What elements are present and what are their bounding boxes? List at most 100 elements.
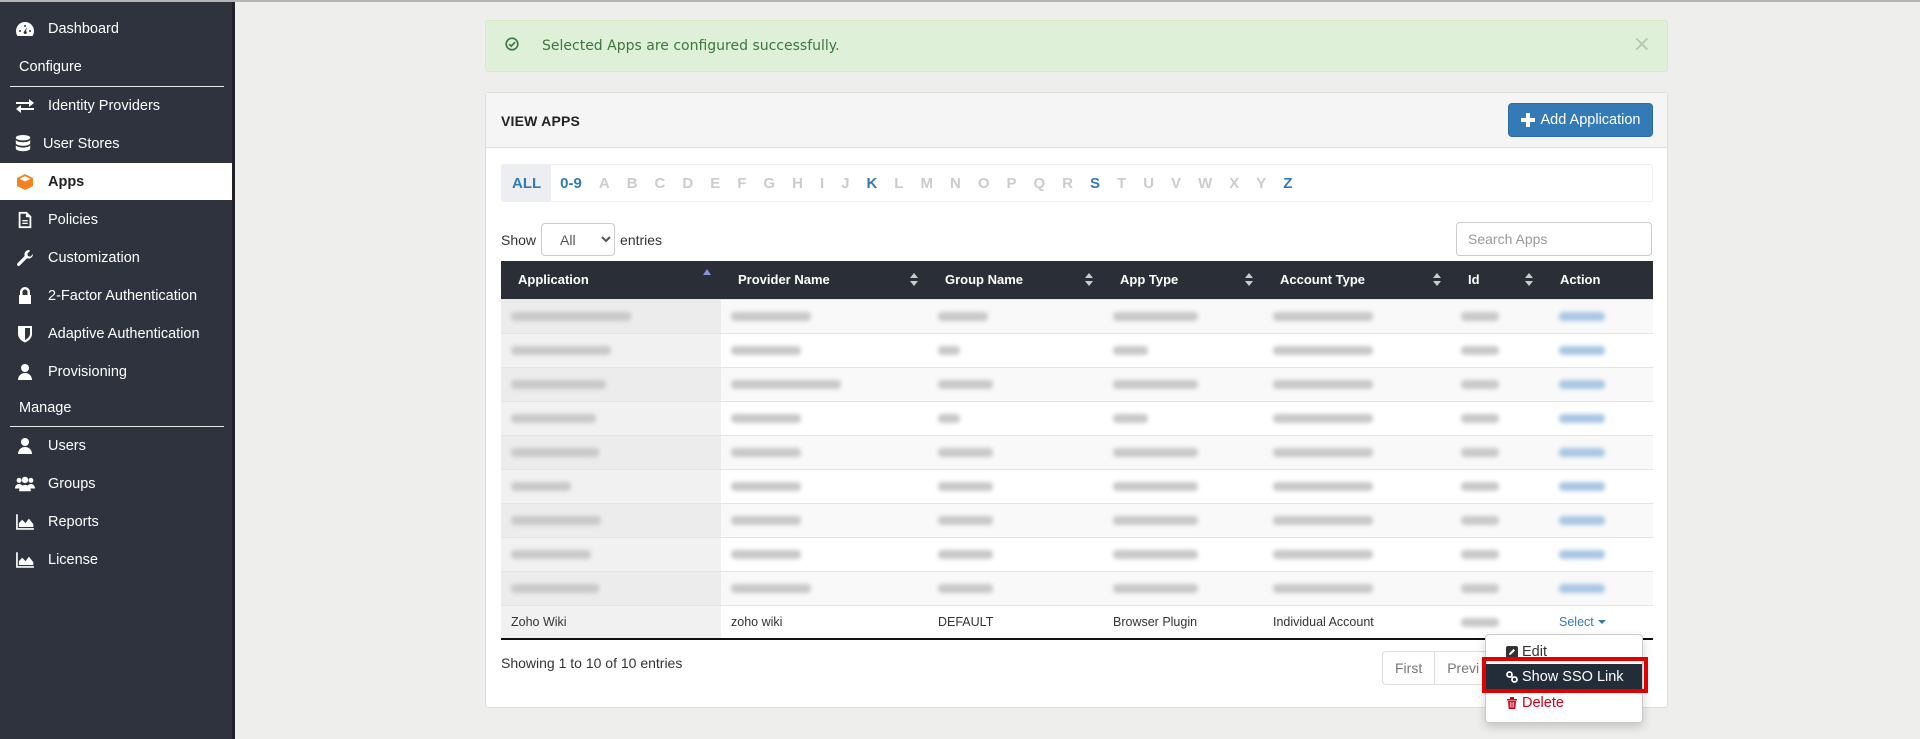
search-apps-input[interactable] [1456, 222, 1652, 256]
alphabet-filter-b[interactable]: B [621, 165, 644, 201]
alphabet-filter-e[interactable]: E [704, 165, 726, 201]
redacted-text [1113, 584, 1198, 594]
alphabet-filter-y[interactable]: Y [1250, 165, 1272, 201]
table-info: Showing 1 to 10 of 10 entries [501, 655, 683, 671]
alphabet-filter-a[interactable]: A [593, 165, 616, 201]
alphabet-filter-s[interactable]: S [1084, 165, 1106, 201]
alphabet-filter-j[interactable]: J [835, 165, 855, 201]
sidebar-item-groups[interactable]: Groups [0, 465, 232, 502]
sidebar-item-reports[interactable]: Reports [0, 503, 232, 540]
sidebar-item-label: License [48, 551, 98, 568]
column-header-application[interactable]: Application [501, 261, 721, 299]
sidebar-item-provisioning[interactable]: Provisioning [0, 353, 232, 390]
alphabet-filter-x[interactable]: X [1223, 165, 1245, 201]
alphabet-filter-m[interactable]: M [914, 165, 939, 201]
cell-action [1543, 536, 1653, 571]
alphabet-filter-k[interactable]: K [860, 165, 883, 201]
sidebar-item-customization[interactable]: Customization [0, 239, 232, 276]
area-chart-icon [14, 550, 36, 570]
caret-down-icon [1597, 620, 1606, 625]
cell-action [1543, 468, 1653, 503]
sidebar-item-2fa[interactable]: 2-Factor Authentication [0, 277, 232, 314]
alphabet-filter-0-9[interactable]: 0-9 [554, 165, 588, 201]
sidebar-item-identity-providers[interactable]: Identity Providers [0, 87, 232, 124]
dashboard-icon [14, 19, 36, 39]
select-action-dropdown[interactable] [1559, 411, 1605, 425]
table-header-row: Application Provider Name Group Name App Ty… [501, 261, 1653, 299]
select-action-dropdown[interactable] [1559, 581, 1605, 595]
redacted-text [1113, 346, 1148, 356]
close-icon[interactable]: × [1633, 32, 1651, 57]
alphabet-filter-l[interactable]: L [888, 165, 909, 201]
select-action-dropdown[interactable] [1559, 309, 1605, 323]
alphabet-filter-q[interactable]: Q [1028, 165, 1052, 201]
alphabet-filter-i[interactable]: I [814, 165, 830, 201]
redacted-text [1461, 448, 1499, 458]
cell-type [1103, 434, 1263, 469]
alphabet-filter-u[interactable]: U [1137, 165, 1160, 201]
sidebar-item-policies[interactable]: Policies [0, 201, 232, 238]
alphabet-filter-all[interactable]: ALL [502, 165, 552, 201]
sidebar-item-dashboard[interactable]: Dashboard [0, 10, 232, 47]
cell-action [1543, 502, 1653, 537]
alphabet-filter-v[interactable]: V [1165, 165, 1187, 201]
delete-menu-item[interactable]: Delete [1486, 691, 1642, 715]
cell-group [928, 536, 1103, 571]
sidebar-item-license[interactable]: License [0, 541, 232, 578]
column-header-account-type[interactable]: Account Type [1263, 261, 1451, 299]
alphabet-filter-p[interactable]: P [1000, 165, 1022, 201]
column-header-app-type[interactable]: App Type [1103, 261, 1263, 299]
sidebar-item-label: Dashboard [48, 20, 119, 37]
alphabet-filter-d[interactable]: D [676, 165, 699, 201]
cell-type [1103, 502, 1263, 537]
sidebar-item-label: Provisioning [48, 363, 127, 380]
cell-app: Zoho Wiki [501, 604, 721, 640]
sidebar-item-apps[interactable]: Apps [0, 163, 232, 200]
alphabet-filter-t[interactable]: T [1111, 165, 1132, 201]
cube-icon [14, 172, 36, 192]
alphabet-filter-o[interactable]: O [972, 165, 996, 201]
select-action-dropdown[interactable] [1559, 377, 1605, 391]
alphabet-filter-r[interactable]: R [1056, 165, 1079, 201]
entries-select[interactable]: All [541, 223, 616, 256]
sidebar-item-label: Groups [48, 475, 96, 492]
column-header-group-name[interactable]: Group Name [928, 261, 1103, 299]
show-sso-link-menu-item[interactable]: Show SSO Link [1486, 664, 1642, 690]
cell-provider [721, 332, 928, 367]
select-action-dropdown[interactable] [1559, 343, 1605, 357]
select-action-dropdown[interactable]: Select [1559, 615, 1606, 629]
select-action-dropdown[interactable] [1559, 547, 1605, 561]
cell-type [1103, 366, 1263, 401]
cell-id [1451, 570, 1543, 605]
select-action-dropdown[interactable] [1559, 479, 1605, 493]
sidebar-item-users[interactable]: Users [0, 427, 232, 464]
column-header-provider-name[interactable]: Provider Name [721, 261, 928, 299]
cell-account: Individual Account [1263, 604, 1451, 640]
alphabet-filter-n[interactable]: N [944, 165, 967, 201]
alphabet-filter-f[interactable]: F [731, 165, 752, 201]
alphabet-filter-c[interactable]: C [649, 165, 672, 201]
redacted-text [938, 380, 993, 390]
alphabet-filter-z[interactable]: Z [1277, 165, 1298, 201]
cell-provider [721, 536, 928, 571]
column-header-label: Account Type [1280, 272, 1365, 288]
select-action-dropdown[interactable] [1559, 513, 1605, 527]
redacted-text [938, 448, 993, 458]
redacted-text [1273, 312, 1373, 322]
add-application-button[interactable]: Add Application [1508, 103, 1653, 137]
top-border [0, 0, 1920, 2]
cell-id [1451, 400, 1543, 435]
alphabet-filter-h[interactable]: H [786, 165, 809, 201]
edit-menu-item[interactable]: Edit [1486, 640, 1642, 664]
redacted-text [731, 312, 811, 322]
alphabet-filter-g[interactable]: G [757, 165, 781, 201]
alphabet-filter-w[interactable]: W [1192, 165, 1218, 201]
select-action-dropdown[interactable] [1559, 445, 1605, 459]
cell-id [1451, 298, 1543, 333]
column-header-id[interactable]: Id [1451, 261, 1543, 299]
cell-action [1543, 570, 1653, 605]
sidebar-item-user-stores[interactable]: User Stores [0, 125, 232, 162]
page-first-button[interactable]: First [1383, 652, 1436, 684]
redacted-text [1273, 380, 1373, 390]
sidebar-item-adaptive-auth[interactable]: Adaptive Authentication [0, 315, 232, 352]
